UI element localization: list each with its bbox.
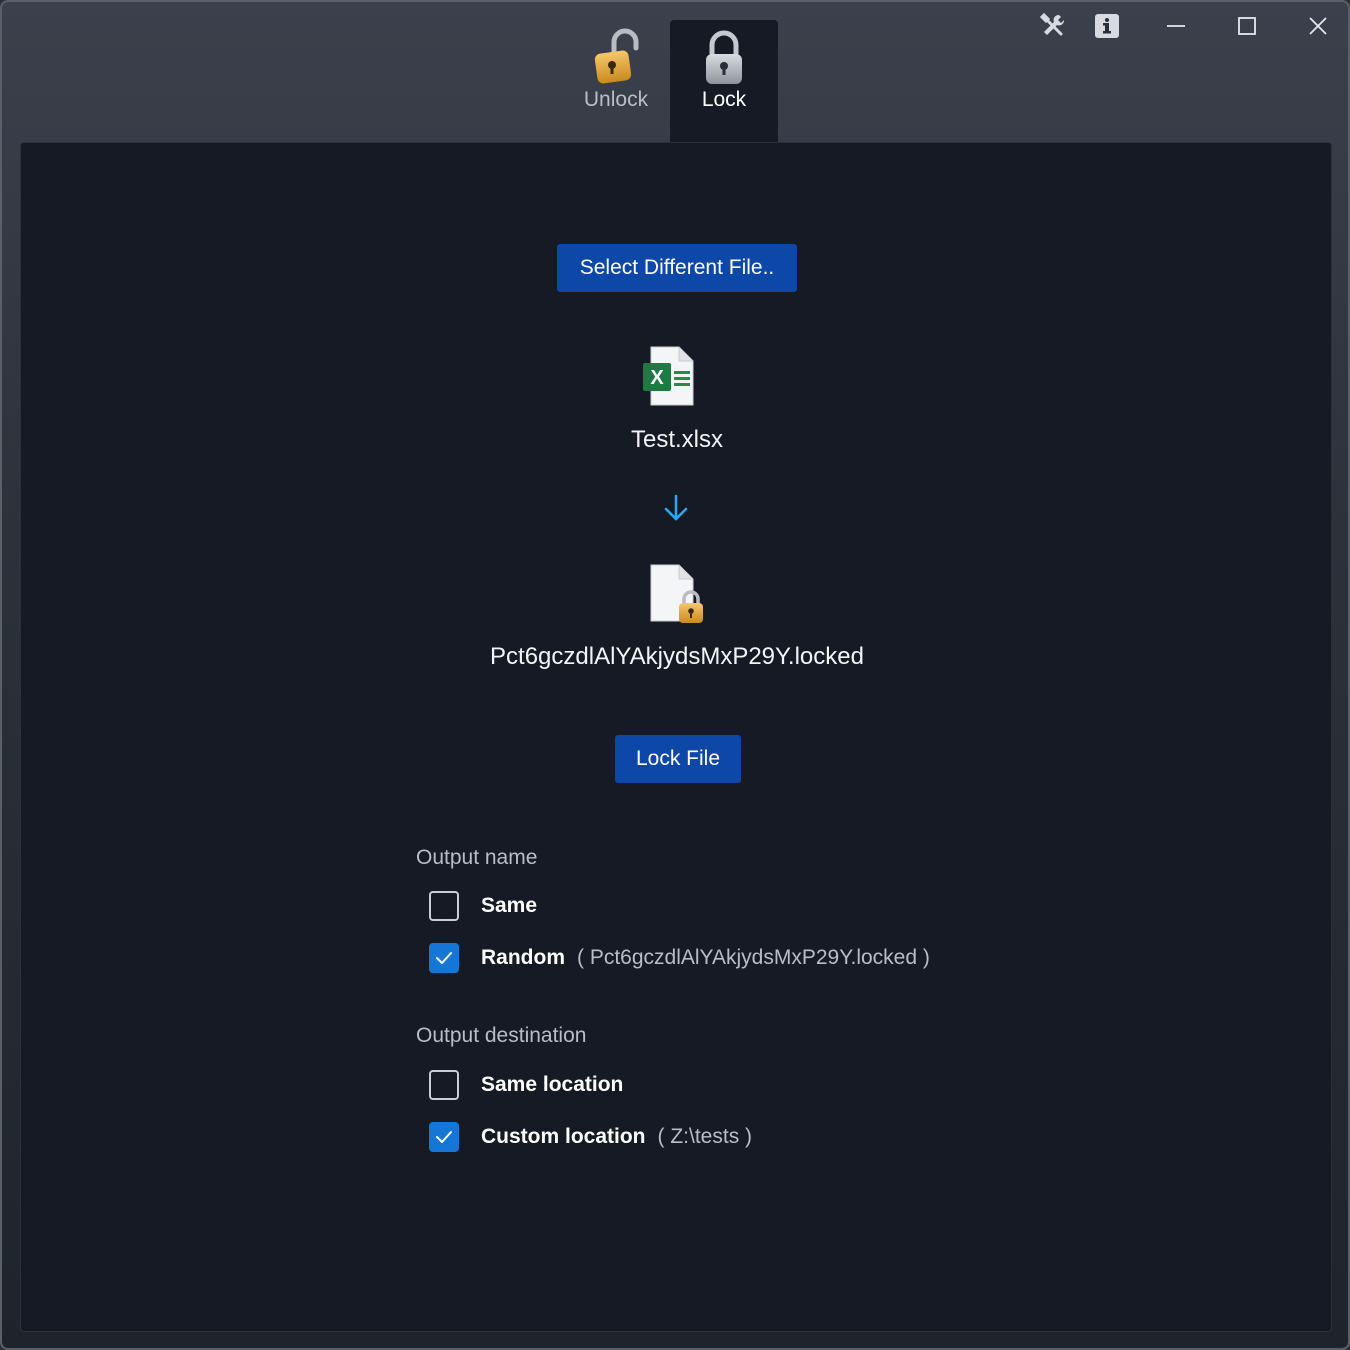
output-name-same-option[interactable]: Same [429,890,537,922]
tab-lock-label: Lock [701,88,747,111]
locked-file-icon [650,564,703,623]
arrow-down-icon [664,494,688,521]
lock-file-button[interactable]: Lock File [615,735,741,783]
checkmark-icon [436,1131,452,1143]
info-icon [1095,14,1119,38]
maximize-button[interactable] [1225,10,1269,42]
output-name-random-detail: ( Pct6gczdlAlYAkjydsMxP29Y.locked ) [577,946,930,969]
output-name-random-checkbox[interactable] [429,943,459,973]
output-destination-same-checkbox[interactable] [429,1070,459,1100]
app-window: Unlock Lock Select Different File.. X Te… [0,0,1350,1350]
output-destination-heading: Output destination [416,1024,587,1047]
output-destination-custom-checkbox[interactable] [429,1122,459,1152]
select-different-file-button[interactable]: Select Different File.. [557,244,797,292]
close-icon [1309,17,1327,35]
output-name-same-checkbox[interactable] [429,891,459,921]
mode-tabs: Unlock Lock [562,20,778,142]
output-name-random-option[interactable]: Random ( Pct6gczdlAlYAkjydsMxP29Y.locked… [429,942,930,974]
minimize-icon [1167,25,1185,27]
output-destination-same-option[interactable]: Same location [429,1069,623,1101]
info-button[interactable] [1085,10,1129,42]
svg-text:X: X [650,367,664,389]
minimize-button[interactable] [1154,10,1198,42]
output-destination-same-label: Same location [481,1073,624,1096]
tab-lock[interactable]: Lock [670,20,778,142]
output-destination-custom-label: Custom location [481,1125,646,1148]
tab-unlock-label: Unlock [583,88,649,111]
excel-file-icon: X [643,346,694,406]
settings-button[interactable] [1031,10,1075,42]
checkmark-icon [436,952,452,964]
lock-panel: Select Different File.. X Test.xlsx Pct6… [20,142,1332,1332]
settings-tools-icon [1039,12,1065,36]
unlocked-padlock-icon [594,28,639,84]
maximize-icon [1238,17,1256,35]
close-button[interactable] [1296,10,1340,42]
output-file-name: Pct6gczdlAlYAkjydsMxP29Y.locked [490,643,864,670]
output-name-random-label: Random [481,946,565,969]
input-file-name: Test.xlsx [630,426,723,453]
output-destination-custom-detail: ( Z:\tests ) [657,1125,753,1148]
output-destination-custom-option[interactable]: Custom location ( Z:\tests ) [429,1121,752,1153]
output-name-heading: Output name [416,846,538,869]
tab-unlock[interactable]: Unlock [562,20,670,142]
locked-padlock-icon [706,30,742,84]
output-name-same-label: Same [481,894,538,917]
